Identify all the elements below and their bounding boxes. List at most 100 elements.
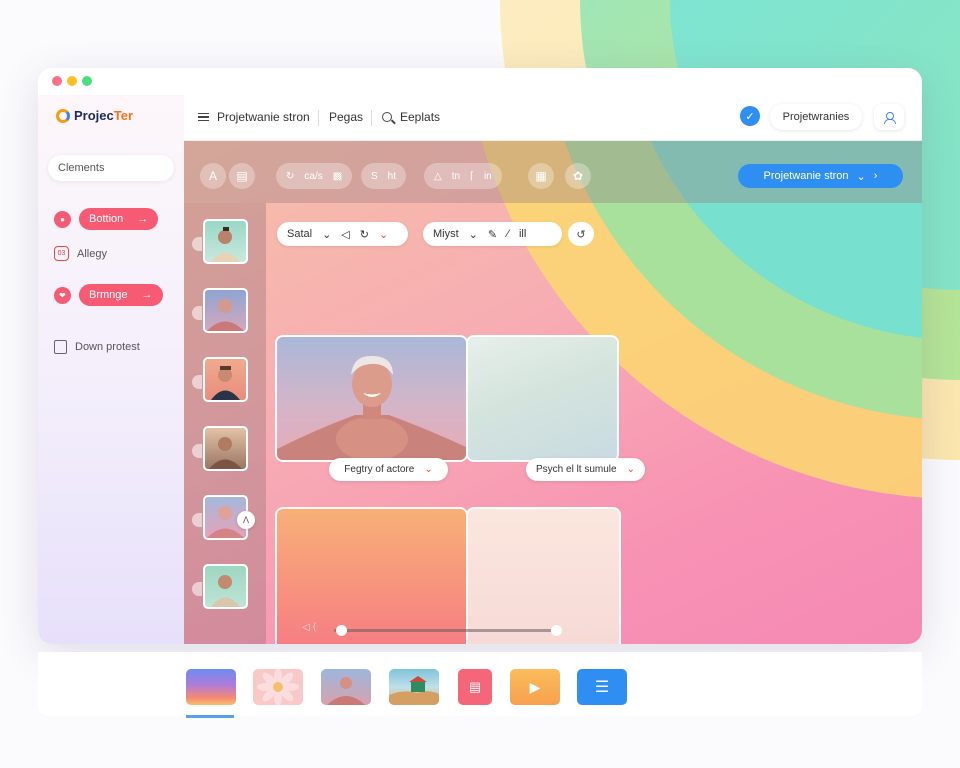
app-logo[interactable]: ProjecTer <box>56 108 133 123</box>
caption-label: Psych el lt sumule <box>536 464 617 475</box>
minimize-window-dot[interactable] <box>67 76 77 86</box>
user-profile-button[interactable] <box>874 104 904 130</box>
pencil-icon: ✎ <box>487 228 498 241</box>
thumbnail-3[interactable] <box>203 357 248 402</box>
nav-item-label: Eeplats <box>400 110 441 124</box>
search-icon <box>382 112 392 122</box>
image-tile-mint[interactable] <box>466 335 619 462</box>
list-icon: ☰ <box>594 679 610 696</box>
progress-end-handle[interactable] <box>550 625 562 636</box>
chevron-down-icon: ⌄ <box>856 170 866 183</box>
sidebar-item-allegy[interactable]: 03 Allegy <box>54 246 107 261</box>
previous-button[interactable]: ◁ ⟨ <box>302 622 316 633</box>
toolbar-label: tn <box>451 170 461 182</box>
thumbnail-notch <box>192 306 202 320</box>
toolbar-label: S <box>371 170 378 182</box>
thumbnail-notch <box>192 444 202 458</box>
thumbnail-1[interactable] <box>203 219 248 264</box>
chevron-down-icon: ⌄ <box>424 464 433 475</box>
toolbar-label: ca/s <box>304 170 323 182</box>
dock-landscape-image[interactable] <box>389 669 439 705</box>
palette-tool-button[interactable]: ✿ <box>565 163 591 189</box>
tile-caption-1[interactable]: Fegtry of actore ⌄ <box>329 458 448 481</box>
dock-flower-image[interactable] <box>253 669 303 705</box>
editor-toolbar: A ▤ ↻ ca/s ▩ S ht △ tn ⌈ in ▦ ✿ Projetwa… <box>184 141 922 203</box>
maximize-window-dot[interactable] <box>82 76 92 86</box>
dock-list-button[interactable]: ☰ <box>577 669 627 705</box>
filter-extra: ill <box>518 228 527 240</box>
nav-item-eeplats[interactable]: Eeplats <box>382 110 440 124</box>
toolbar-group-3[interactable]: △ tn ⌈ in <box>424 163 502 189</box>
check-icon[interactable]: ✓ <box>740 106 760 126</box>
portrait-image <box>211 575 240 607</box>
filter-label: Satal <box>287 228 313 240</box>
text-tool-button[interactable]: A <box>200 163 226 189</box>
close-window-dot[interactable] <box>52 76 62 86</box>
toolbar-label: in <box>483 170 492 182</box>
filter-bar-miyst[interactable]: Miyst ⌄ ✎ ⁄ ill <box>423 222 562 246</box>
arrow-right-icon: → <box>141 289 153 301</box>
sidebar-item-down-protest[interactable]: Down protest <box>54 340 140 354</box>
caption-label: Fegtry of actore <box>344 464 415 475</box>
brush-icon: ⁄ <box>507 228 509 240</box>
sidebar-item-brmnge[interactable]: ❤ Brmnge → <box>54 284 163 306</box>
filter-bar-satal[interactable]: Satal ⌄ ◁ ↻ ⌄ <box>277 222 408 246</box>
thumbnail-2[interactable] <box>203 288 248 333</box>
progress-track[interactable] <box>334 629 558 632</box>
dock-gradient-preset[interactable] <box>186 669 236 705</box>
sidebar-item-bottion[interactable]: ● Bottion → <box>54 208 159 230</box>
thumbnail-6[interactable] <box>203 564 248 609</box>
a-badge-icon[interactable]: Λ <box>237 511 255 529</box>
next-button[interactable]: ⟩ ▷ <box>578 622 592 633</box>
thumbnail-notch <box>192 513 202 527</box>
bell-icon: △ <box>434 170 442 182</box>
nav-item-pegas[interactable]: Pegas <box>329 110 363 124</box>
play-icon: ▶ <box>529 678 541 695</box>
arrow-right-icon: → <box>137 213 149 225</box>
editor-canvas[interactable]: A ▤ ↻ ca/s ▩ S ht △ tn ⌈ in ▦ ✿ Projetwa… <box>184 141 922 644</box>
sidebar-pill-bottion[interactable]: Bottion → <box>79 208 159 230</box>
man-photo <box>277 355 466 460</box>
top-navigation-bar: Projetwanie stron Pegas Eeplats ✓ Projet… <box>184 95 922 141</box>
sidebar-item-label: Allegy <box>77 247 107 260</box>
dock-portrait-image[interactable] <box>321 669 371 705</box>
project-button[interactable]: Projetwranies <box>770 104 862 130</box>
rotate-button[interactable]: ↺ <box>568 222 594 246</box>
chevron-down-icon: ⌄ <box>626 464 635 475</box>
title-bar <box>38 68 922 95</box>
portrait-image <box>211 366 240 400</box>
logo-text: ProjecTer <box>74 108 134 123</box>
nav-item-projetwanie[interactable]: Projetwanie stron <box>198 110 310 124</box>
portrait-image <box>327 677 365 705</box>
dock-play-button[interactable]: ▶ <box>510 669 560 705</box>
tile-caption-2[interactable]: Psych el lt sumule ⌄ <box>526 458 645 481</box>
document-icon <box>54 340 67 354</box>
playback-bar: ◁ ⟨ ⟩ ▷ <box>302 622 602 638</box>
sidebar-pill-brmnge[interactable]: Brmnge → <box>79 284 163 306</box>
nav-item-label: Projetwanie stron <box>217 110 310 124</box>
bell-icon: ● <box>54 210 71 228</box>
toolbar-group-1[interactable]: ↻ ca/s ▩ <box>276 163 353 189</box>
dock-sticker-button[interactable]: ▤ <box>458 669 492 705</box>
image-tile-smiling-man[interactable] <box>275 335 468 462</box>
projetwanie-dropdown-button[interactable]: Projetwanie stron ⌄ › <box>738 164 903 188</box>
layers-tool-button[interactable]: ▤ <box>229 163 255 189</box>
crop-tool-button[interactable]: ▦ <box>528 163 554 189</box>
progress-start-handle[interactable] <box>336 625 347 636</box>
portrait-image <box>211 227 240 262</box>
toolbar-group-2[interactable]: S ht <box>361 163 407 189</box>
nav-item-label: Pegas <box>329 110 364 124</box>
crop-icon: ▦ <box>535 169 547 183</box>
folder-icon: ▩ <box>332 170 343 182</box>
thumbnail-4[interactable] <box>203 426 248 471</box>
sidebar-search-input[interactable]: Clements <box>48 155 174 181</box>
chevron-down-icon: ⌄ <box>322 228 332 241</box>
refresh-icon: ↻ <box>286 170 295 182</box>
thumbnail-notch <box>192 582 202 596</box>
thumbnail-notch <box>192 375 202 389</box>
menu-icon <box>198 113 209 121</box>
sticker-icon: ▤ <box>468 679 482 694</box>
heart-icon: ❤ <box>54 286 71 304</box>
gallery-icon: 03 <box>54 246 69 261</box>
arrow-right-icon: › <box>873 170 878 182</box>
